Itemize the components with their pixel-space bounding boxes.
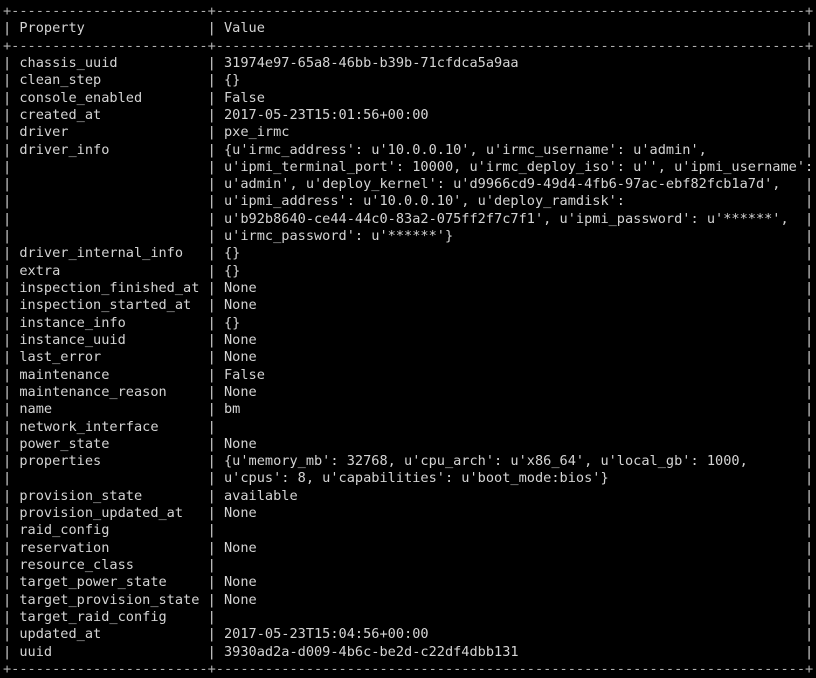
table-row-uuid: | uuid | 3930ad2a-d009-4b6c-be2d-c22df4d… xyxy=(3,643,814,660)
table-row-network_interface: | network_interface | | xyxy=(3,418,814,435)
table-row-maintenance_reason: | maintenance_reason | None | xyxy=(3,383,814,400)
table-row-driver: | driver | pxe_irmc | xyxy=(3,124,814,141)
table-row-reservation: | reservation | None | xyxy=(3,539,814,556)
terminal-output: +------------------------+--------------… xyxy=(0,0,816,677)
table-row-clean_step: | clean_step | {} | xyxy=(3,72,814,89)
table-row-created_at: | created_at | 2017-05-23T15:01:56+00:00… xyxy=(3,106,814,123)
table-row-driver_info-cont-2: | | u'admin', u'deploy_kernel': u'd9966c… xyxy=(3,176,814,193)
table-row-last_error: | last_error | None | xyxy=(3,349,814,366)
table-row-driver_info-cont-5: | | u'irmc_password': u'******'} | xyxy=(3,228,814,245)
table-row-properties-cont-1: | | u'cpus': 8, u'capabilities': u'boot_… xyxy=(3,470,814,487)
table-row-provision_updated_at: | provision_updated_at | None | xyxy=(3,505,814,522)
table-row-inspection_finished_at: | inspection_finished_at | None | xyxy=(3,280,814,296)
table-row-provision_state: | provision_state | available | xyxy=(3,487,814,504)
table-row-extra: | extra | {} | xyxy=(3,262,814,279)
table-row-inspection_started_at: | inspection_started_at | None | xyxy=(3,297,814,314)
table-row-updated_at: | updated_at | 2017-05-23T15:04:56+00:00… xyxy=(3,626,814,643)
table-row-power_state: | power_state | None | xyxy=(3,435,814,452)
table-header-row: | Property | Value | xyxy=(3,20,814,37)
table-row-target_power_state: | target_power_state | None | xyxy=(3,574,814,591)
table-row-driver_info-cont-1: | | u'ipmi_terminal_port': 10000, u'irmc… xyxy=(3,158,816,175)
table-row-chassis_uuid: | chassis_uuid | 31974e97-65a8-46bb-b39b… xyxy=(3,54,814,71)
table-row-properties: | properties | {u'memory_mb': 32768, u'c… xyxy=(3,453,814,470)
table-row-driver_info: | driver_info | {u'irmc_address': u'10.0… xyxy=(3,141,814,158)
table-row-driver_internal_info: | driver_internal_info | {} | xyxy=(3,245,814,262)
table-row-driver_info-cont-4: | | u'b92b8640-ce44-44c0-83a2-075ff2f7c7… xyxy=(3,210,814,227)
table-bottom-border: +------------------------+--------------… xyxy=(3,660,814,677)
table-row-console_enabled: | console_enabled | False | xyxy=(3,89,814,106)
table-row-name: | name | bm | xyxy=(3,401,814,418)
table-header-separator: +------------------------+--------------… xyxy=(3,37,814,54)
table-top-border: +------------------------+--------------… xyxy=(3,3,814,19)
table-row-target_provision_state: | target_provision_state | None | xyxy=(3,591,814,608)
table-row-instance_info: | instance_info | {} | xyxy=(3,314,814,331)
table-row-raid_config: | raid_config | | xyxy=(3,522,814,539)
table-row-instance_uuid: | instance_uuid | None | xyxy=(3,331,814,348)
table-row-driver_info-cont-3: | | u'ipmi_address': u'10.0.0.10', u'dep… xyxy=(3,193,814,210)
table-row-maintenance: | maintenance | False | xyxy=(3,366,814,383)
table-row-target_raid_config: | target_raid_config | | xyxy=(3,608,814,625)
table-row-resource_class: | resource_class | | xyxy=(3,557,814,573)
